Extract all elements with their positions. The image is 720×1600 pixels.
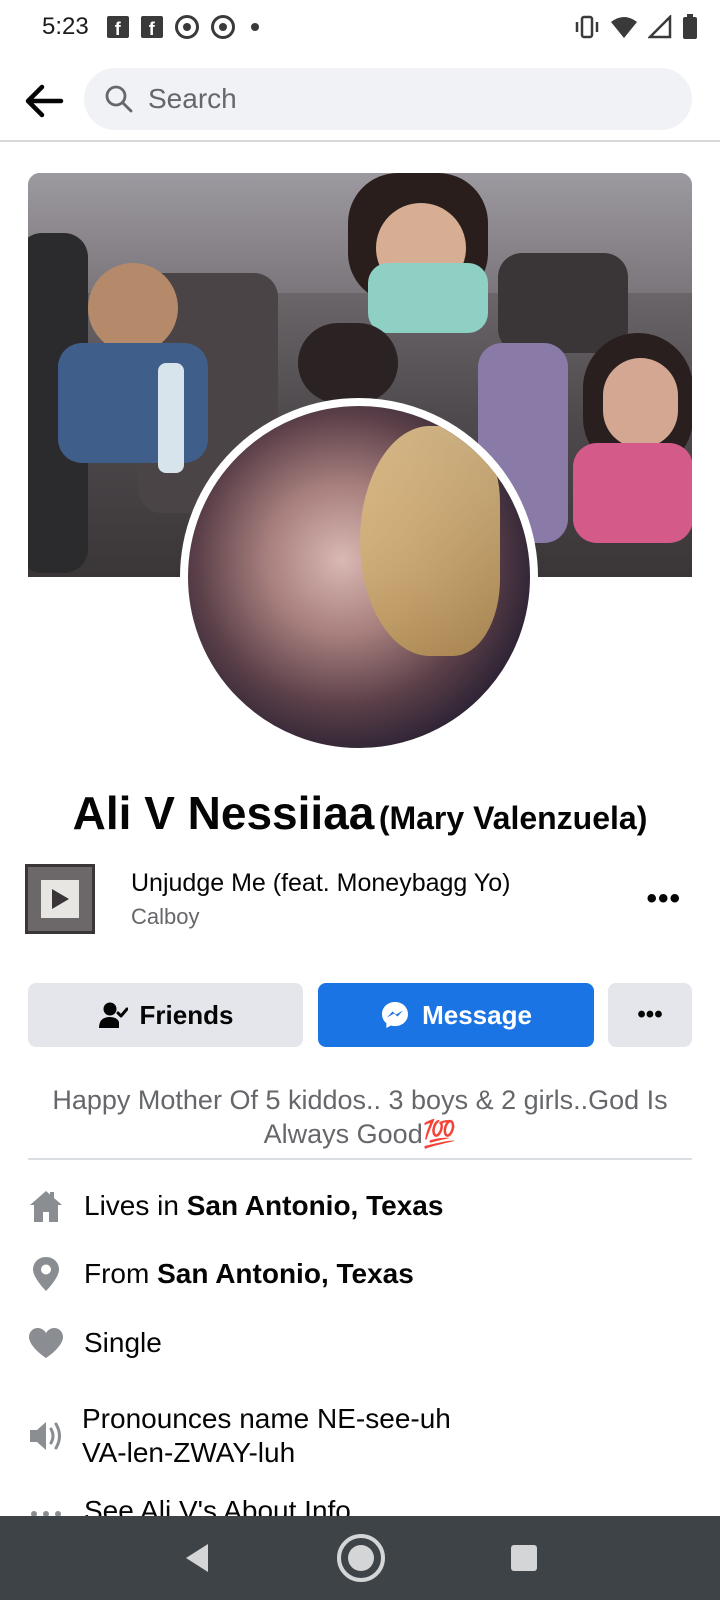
profile-music[interactable]: Unjudge Me (feat. Moneybagg Yo) Calboy •…	[25, 863, 695, 935]
back-button[interactable]	[22, 79, 66, 123]
intro-relationship[interactable]: Single	[28, 1325, 692, 1361]
speaker-icon[interactable]	[28, 1418, 64, 1454]
display-name: Ali V Nessiiaa	[72, 787, 375, 839]
name-pronunciation: Pronounces name NE-see-uh VA-len-ZWAY-lu…	[82, 1403, 451, 1468]
facebook-icon: f	[106, 16, 129, 38]
friends-label: Friends	[139, 999, 234, 1030]
music-more-button[interactable]: •••	[646, 882, 681, 916]
album-art[interactable]	[25, 864, 95, 934]
home-icon	[28, 1188, 64, 1224]
relationship-status: Single	[84, 1327, 162, 1358]
notification-icons: f f	[106, 15, 259, 39]
from-place[interactable]: San Antonio, Texas	[157, 1258, 414, 1290]
system-icons	[574, 14, 698, 40]
messenger-icon	[382, 1002, 409, 1028]
alternate-name: (Mary Valenzuela)	[378, 800, 648, 836]
back-nav-icon[interactable]	[182, 1542, 212, 1574]
status-bar: 5:23 f f	[0, 0, 720, 54]
wifi-icon	[611, 17, 637, 38]
song-info: Unjudge Me (feat. Moneybagg Yo) Calboy	[131, 869, 510, 930]
see-about-label: See Ali V's About Info	[84, 1496, 351, 1516]
search-input[interactable]	[148, 83, 648, 115]
recents-nav-icon[interactable]	[510, 1544, 538, 1572]
from-prefix: From	[84, 1258, 158, 1289]
song-title: Unjudge Me (feat. Moneybagg Yo)	[131, 868, 511, 897]
facebook-icon: f	[140, 16, 163, 38]
vibrate-icon	[575, 15, 599, 39]
signal-icon	[648, 15, 672, 39]
status-time: 5:23	[42, 13, 89, 40]
dot-icon	[250, 23, 259, 31]
message-button[interactable]: Message	[318, 983, 594, 1047]
profile-picture[interactable]	[180, 398, 538, 756]
top-bar	[0, 62, 720, 142]
intro-lives-in[interactable]: Lives in San Antonio, Texas	[28, 1188, 692, 1224]
profile-name: Ali V Nessiiaa (Mary Valenzuela)	[0, 786, 720, 840]
more-icon	[28, 1496, 64, 1516]
song-artist: Calboy	[131, 903, 200, 929]
heart-icon	[28, 1325, 64, 1361]
intro-pronunciation[interactable]: Pronounces name NE-see-uh VA-len-ZWAY-lu…	[28, 1402, 692, 1470]
see-about-info[interactable]: See Ali V's About Info	[28, 1496, 692, 1516]
navigation-bar	[0, 1516, 720, 1600]
chrome-icon	[210, 15, 235, 39]
lives-in-place[interactable]: San Antonio, Texas	[187, 1190, 444, 1222]
friends-icon	[98, 1002, 128, 1028]
home-nav-icon[interactable]	[336, 1533, 386, 1583]
battery-icon	[683, 14, 697, 39]
profile-bio: Happy Mother Of 5 kiddos.. 3 boys & 2 gi…	[52, 1085, 668, 1149]
friends-button[interactable]: Friends	[28, 983, 303, 1047]
play-icon	[41, 880, 79, 918]
back-arrow-icon	[25, 84, 64, 118]
location-pin-icon	[28, 1256, 64, 1292]
lives-in-prefix: Lives in	[84, 1190, 187, 1221]
profile-more-button[interactable]: •••	[608, 983, 692, 1047]
divider	[28, 1158, 692, 1160]
intro-from[interactable]: From San Antonio, Texas	[28, 1256, 692, 1292]
search-bar[interactable]	[84, 68, 692, 130]
action-buttons: Friends Message •••	[28, 983, 692, 1047]
search-icon	[105, 85, 133, 113]
chrome-icon	[174, 15, 199, 39]
message-label: Message	[422, 999, 532, 1030]
